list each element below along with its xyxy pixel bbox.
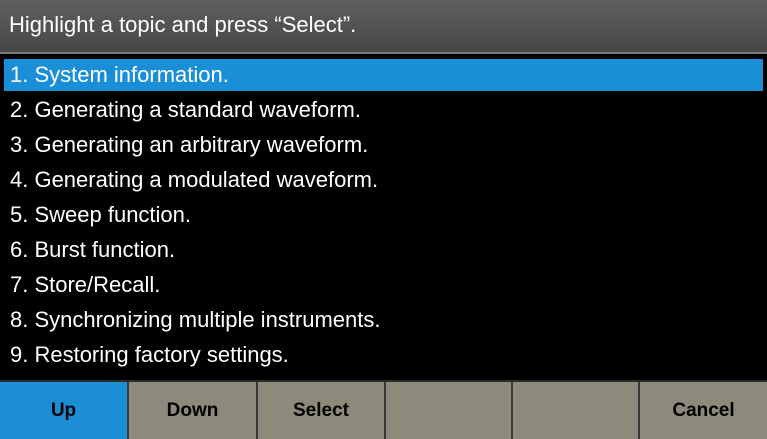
blank-softkey-5[interactable]	[513, 382, 640, 439]
help-topic-item[interactable]: 3. Generating an arbitrary waveform.	[4, 129, 763, 161]
help-topic-item[interactable]: 6. Burst function.	[4, 234, 763, 266]
title-bar: Highlight a topic and press “Select”.	[0, 0, 767, 54]
help-topic-list: 1. System information. 2. Generating a s…	[0, 59, 767, 377]
help-topic-item[interactable]: 7. Store/Recall.	[4, 269, 763, 301]
help-topic-item[interactable]: 8. Synchronizing multiple instruments.	[4, 304, 763, 336]
help-topic-item[interactable]: 9. Restoring factory settings.	[4, 339, 763, 371]
select-button[interactable]: Select	[258, 382, 386, 439]
help-screen: Highlight a topic and press “Select”. 1.…	[0, 0, 767, 439]
down-button[interactable]: Down	[129, 382, 258, 439]
help-topic-item[interactable]: 1. System information.	[4, 59, 763, 91]
cancel-button[interactable]: Cancel	[640, 382, 767, 439]
blank-softkey-4[interactable]	[386, 382, 513, 439]
help-title: Highlight a topic and press “Select”.	[9, 12, 357, 37]
softkey-bar: Up Down Select Cancel	[0, 380, 767, 439]
help-topic-item[interactable]: 5. Sweep function.	[4, 199, 763, 231]
up-button[interactable]: Up	[0, 382, 129, 439]
help-topic-item[interactable]: 2. Generating a standard waveform.	[4, 94, 763, 126]
help-topic-item[interactable]: 4. Generating a modulated waveform.	[4, 164, 763, 196]
